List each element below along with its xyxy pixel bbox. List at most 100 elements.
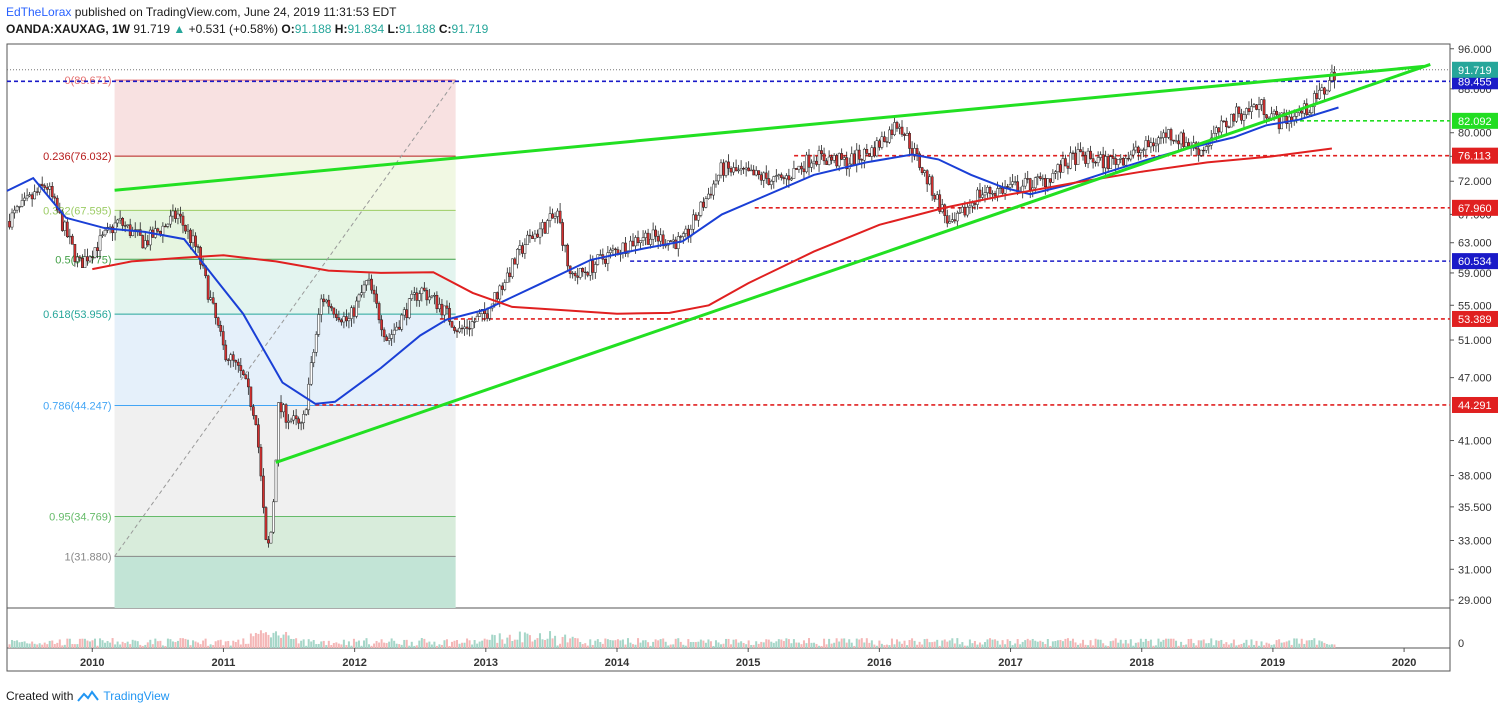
candle-body-346 — [878, 140, 881, 148]
candle-body-307 — [779, 174, 783, 178]
candle-body-433 — [1096, 157, 1100, 163]
candle-body-74 — [194, 235, 197, 247]
price-chart[interactable]: 0(89.671)0.236(76.032)0.382(67.595)0.5(6… — [0, 0, 1508, 711]
candle-body-231 — [588, 260, 592, 276]
volume-bar-505 — [1278, 639, 1281, 648]
candle-body-6 — [23, 197, 26, 201]
volume-bar-131 — [337, 643, 340, 648]
candle-body-133 — [342, 316, 346, 323]
candle-body-214 — [546, 220, 549, 234]
candle-body-458 — [1159, 137, 1163, 139]
candle-body-5 — [20, 200, 24, 207]
candle-body-322 — [817, 150, 821, 165]
candle-body-320 — [812, 160, 816, 164]
candle-body-265 — [674, 239, 678, 249]
candle-body-136 — [350, 307, 353, 319]
volume-bar-130 — [335, 642, 338, 648]
low-label: L: — [387, 22, 399, 36]
level-tag-4-text: 60.534 — [1458, 256, 1492, 268]
volume-bar-338 — [858, 639, 861, 648]
candle-body-457 — [1157, 137, 1160, 145]
candle-body-313 — [795, 168, 798, 170]
candle-body-196 — [500, 285, 504, 290]
volume-bar-75 — [197, 642, 200, 648]
volume-bar-27 — [76, 644, 79, 648]
volume-bar-83 — [217, 640, 220, 648]
volume-bar-504 — [1275, 640, 1278, 648]
volume-bar-408 — [1034, 640, 1037, 648]
candle-body-355 — [900, 126, 904, 135]
candle-body-187 — [478, 313, 481, 317]
candle-body-462 — [1169, 129, 1173, 141]
volume-bar-221 — [564, 634, 567, 648]
volume-bar-113 — [292, 639, 295, 648]
volume-bar-477 — [1207, 643, 1210, 648]
candle-body-157 — [402, 309, 406, 316]
volume-bar-172 — [440, 644, 443, 648]
candle-body-18 — [53, 196, 57, 199]
candle-body-256 — [651, 229, 655, 240]
volume-bar-116 — [300, 640, 303, 648]
candle-body-327 — [830, 156, 833, 161]
candle-body-411 — [1041, 178, 1045, 180]
volume-bar-66 — [174, 642, 177, 648]
candle-body-79 — [206, 275, 210, 300]
candle-body-95 — [247, 378, 250, 388]
candle-body-70 — [184, 225, 187, 232]
candle-body-180 — [460, 327, 464, 330]
candle-body-264 — [671, 239, 675, 242]
candle-body-352 — [893, 122, 896, 135]
candle-body-428 — [1084, 154, 1087, 164]
volume-bar-42 — [114, 644, 117, 648]
volume-bar-314 — [797, 642, 800, 648]
volume-bar-411 — [1041, 641, 1044, 648]
volume-bar-195 — [498, 633, 501, 648]
candle-body-498 — [1260, 99, 1263, 105]
candle-body-482 — [1219, 120, 1223, 133]
volume-bar-527 — [1333, 644, 1336, 648]
volume-bar-16 — [48, 640, 51, 648]
volume-bar-378 — [958, 644, 961, 648]
volume-bar-155 — [398, 644, 401, 648]
candle-body-500 — [1265, 114, 1268, 119]
candle-body-283 — [719, 162, 723, 176]
volume-bar-350 — [888, 645, 891, 648]
volume-bar-240 — [611, 640, 614, 648]
volume-bar-33 — [91, 640, 94, 648]
candle-body-178 — [455, 330, 459, 333]
candle-body-454 — [1149, 142, 1153, 148]
volume-bar-144 — [370, 645, 373, 648]
candle-body-290 — [737, 169, 740, 172]
volume-bar-199 — [508, 634, 511, 648]
candle-body-209 — [533, 233, 537, 239]
volume-bar-483 — [1222, 643, 1225, 648]
volume-bar-410 — [1039, 640, 1042, 648]
candle-body-484 — [1224, 120, 1228, 128]
volume-bar-290 — [737, 642, 740, 648]
volume-bar-65 — [171, 641, 174, 648]
candle-body-330 — [837, 153, 841, 167]
candle-body-410 — [1038, 176, 1042, 179]
candle-body-277 — [704, 198, 708, 208]
author-link[interactable]: EdTheLorax — [6, 5, 71, 19]
volume-bar-313 — [795, 642, 798, 648]
candle-body-238 — [606, 252, 610, 264]
volume-bar-428 — [1084, 644, 1087, 648]
tradingview-brand[interactable]: TradingView — [103, 689, 169, 703]
volume-bar-212 — [541, 639, 544, 648]
volume-bar-190 — [486, 639, 489, 648]
candle-body-116 — [299, 422, 303, 424]
candle-body-378 — [958, 211, 962, 214]
candle-body-96 — [249, 386, 253, 407]
candle-body-486 — [1230, 113, 1233, 128]
candle-body-284 — [722, 162, 725, 176]
candle-body-119 — [307, 383, 311, 411]
candle-body-1 — [10, 212, 14, 228]
volume-bar-61 — [161, 645, 164, 648]
volume-bar-157 — [403, 639, 406, 648]
volume-bar-282 — [717, 642, 720, 648]
volume-bar-25 — [71, 644, 74, 648]
volume-bar-444 — [1124, 639, 1127, 648]
volume-bar-197 — [503, 643, 506, 648]
volume-bar-370 — [938, 645, 941, 648]
